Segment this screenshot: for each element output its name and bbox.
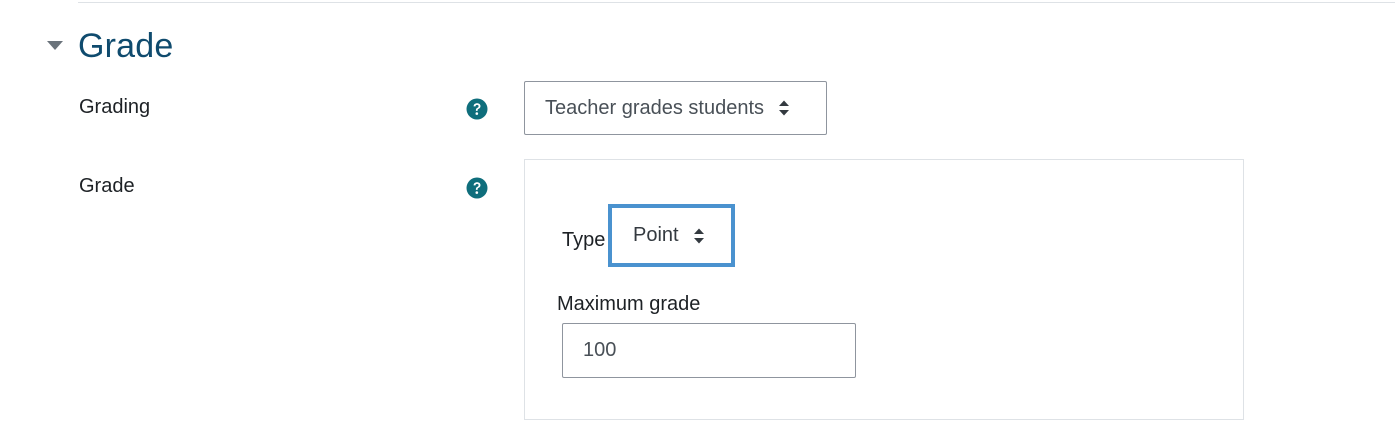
grading-select-value: Teacher grades students bbox=[545, 96, 765, 119]
grade-type-value: Point bbox=[633, 224, 679, 246]
caret-down-icon[interactable] bbox=[44, 35, 66, 57]
question-circle-icon[interactable] bbox=[466, 177, 488, 199]
grade-section-header[interactable]: Grade bbox=[44, 24, 174, 68]
maximum-grade-label: Maximum grade bbox=[557, 293, 701, 315]
question-circle-icon[interactable] bbox=[466, 98, 488, 120]
maximum-grade-value: 100 bbox=[583, 339, 617, 361]
section-title: Grade bbox=[78, 27, 174, 65]
divider bbox=[78, 2, 1395, 3]
sort-arrows-icon bbox=[778, 99, 790, 117]
grading-label: Grading bbox=[79, 96, 151, 118]
grade-label: Grade bbox=[79, 175, 135, 197]
grade-options-box bbox=[524, 159, 1244, 420]
type-label: Type bbox=[562, 229, 606, 251]
grade-type-select[interactable]: Point bbox=[608, 204, 735, 267]
sort-arrows-icon bbox=[693, 227, 705, 245]
grading-select[interactable]: Teacher grades students bbox=[524, 81, 827, 135]
grade-settings-page: Grade Grading Teacher grades students Gr… bbox=[0, 0, 1395, 442]
maximum-grade-input[interactable]: 100 bbox=[562, 323, 856, 378]
